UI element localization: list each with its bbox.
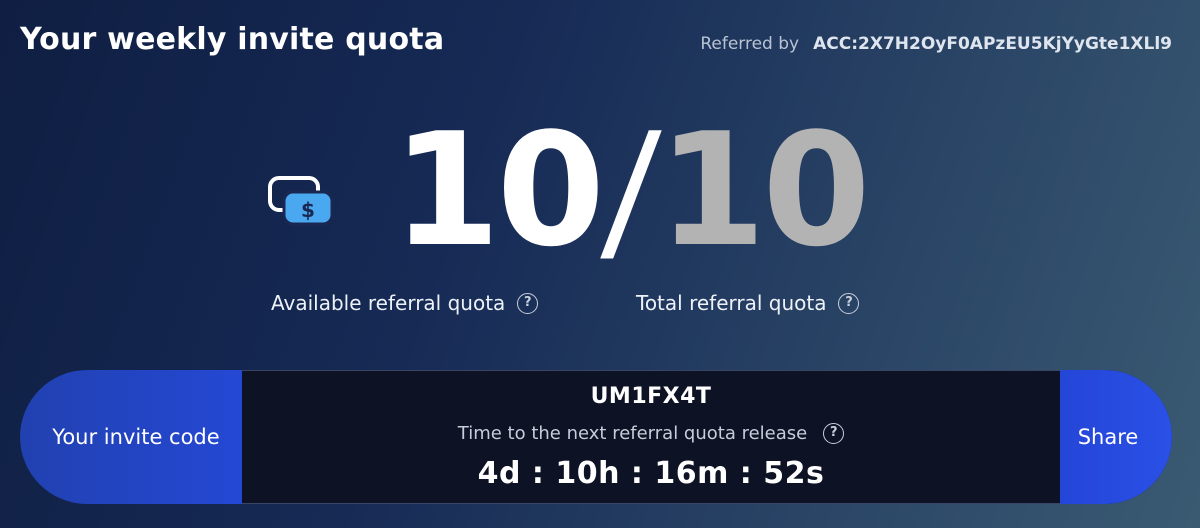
quota-counter: 10 / 10 bbox=[392, 99, 871, 281]
release-countdown: 4d : 10h : 16m : 52s bbox=[477, 455, 825, 491]
help-icon[interactable]: ? bbox=[838, 292, 860, 314]
total-quota-label-text: Total referral quota bbox=[636, 291, 827, 315]
next-release-label: Time to the next referral quota release bbox=[457, 422, 808, 444]
help-icon[interactable]: ? bbox=[517, 292, 539, 314]
total-quota-label: Total referral quota ? bbox=[636, 291, 860, 315]
quota-separator: / bbox=[598, 99, 661, 281]
referrer-account-id: ACC:2X7H2OyF0APzEU5KjYyGte1XLl9 bbox=[813, 34, 1172, 54]
share-button[interactable]: Share bbox=[1060, 370, 1172, 504]
available-quota-label-text: Available referral quota bbox=[271, 291, 506, 315]
referred-by-label: Referred by bbox=[700, 34, 800, 54]
invite-code-panel: UM1FX4T Time to the next referral quota … bbox=[242, 370, 1060, 504]
invite-code-label: Your invite code bbox=[20, 370, 242, 504]
total-quota-value: 10 bbox=[657, 99, 871, 281]
svg-text:$: $ bbox=[301, 198, 315, 222]
next-release-row: Time to the next referral quota release … bbox=[457, 422, 845, 444]
help-icon[interactable]: ? bbox=[823, 422, 845, 444]
invite-code-value[interactable]: UM1FX4T bbox=[591, 384, 712, 409]
invite-code-bar: Your invite code UM1FX4T Time to the nex… bbox=[20, 370, 1172, 504]
available-quota-label: Available referral quota ? bbox=[271, 291, 539, 315]
available-quota-value: 10 bbox=[392, 99, 605, 281]
money-cards-icon: $ bbox=[268, 176, 334, 226]
referred-by: Referred by ACC:2X7H2OyF0APzEU5KjYyGte1X… bbox=[700, 34, 1172, 54]
page-title: Your weekly invite quota bbox=[20, 22, 445, 57]
